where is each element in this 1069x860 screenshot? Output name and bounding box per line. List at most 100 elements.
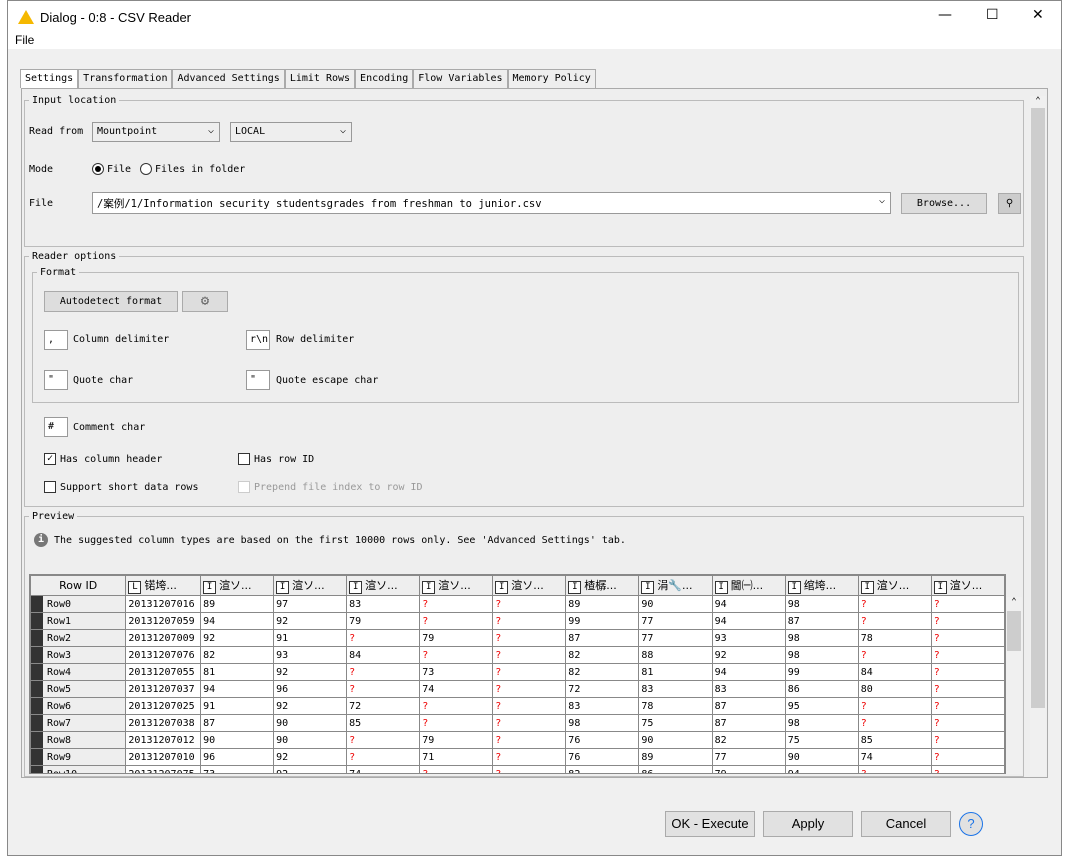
table-cell: 91: [273, 629, 348, 647]
scroll-thumb[interactable]: [1007, 611, 1021, 651]
table-cell: 81: [200, 663, 275, 681]
column-header[interactable]: I 閫㈠...: [711, 575, 786, 596]
column-header[interactable]: I 渲ソ...: [419, 575, 494, 596]
column-name: 渲ソ...: [949, 579, 983, 592]
table-cell: 88: [638, 646, 713, 664]
read-from-select[interactable]: Mountpoint ⌵: [92, 122, 220, 142]
cancel-button[interactable]: Cancel: [861, 811, 951, 837]
column-delimiter-input[interactable]: ,: [44, 330, 68, 350]
window-title: Dialog - 0:8 - CSV Reader: [40, 9, 192, 25]
column-name: 閫㈠...: [730, 579, 764, 592]
table-cell: ?: [930, 680, 1005, 698]
row-delimiter-input[interactable]: r\n: [246, 330, 270, 350]
column-header[interactable]: I 渲ソ...: [930, 575, 1005, 596]
column-type-icon: I: [422, 581, 436, 594]
table-cell: 74: [857, 748, 932, 766]
format-legend: Format: [40, 267, 77, 278]
column-type-icon: I: [860, 581, 874, 594]
table-cell: 92: [273, 612, 348, 630]
table-cell: 80: [857, 680, 932, 698]
support-short-rows-checkbox[interactable]: Support short data rows: [44, 481, 198, 493]
quote-escape-input[interactable]: ": [246, 370, 270, 390]
ok-execute-button[interactable]: OK - Execute: [665, 811, 755, 837]
column-header[interactable]: I 渲ソ...: [492, 575, 567, 596]
column-header[interactable]: I 楂樼...: [565, 575, 640, 596]
browse-button[interactable]: Browse...: [901, 193, 987, 214]
apply-button[interactable]: Apply: [763, 811, 853, 837]
scroll-up-icon[interactable]: ⌃: [1006, 597, 1022, 607]
preview-table[interactable]: Row ID L 锘垮... I 渲ソ... I 渲ソ... I 渲ソ... I 渲ソ... I 渲ソ.…: [29, 574, 1006, 774]
minimize-button[interactable]: —: [938, 7, 952, 23]
table-cell: ?: [492, 765, 567, 773]
read-from-value: Mountpoint: [97, 126, 158, 137]
table-cell: 94: [711, 612, 786, 630]
chevron-down-icon: ⌵: [339, 125, 346, 136]
column-header[interactable]: I 渲ソ...: [346, 575, 421, 596]
column-header[interactable]: I 绾垮...: [784, 575, 859, 596]
file-path-value: /案例/1/Information security studentsgrade…: [97, 198, 542, 210]
mode-folder-radio[interactable]: Files in folder: [140, 163, 245, 175]
table-cell: 92: [273, 765, 348, 773]
table-cell: 82: [711, 731, 786, 749]
table-cell: 83: [711, 680, 786, 698]
tab-bar: Settings Transformation Advanced Settings L…: [20, 69, 596, 88]
has-row-id-checkbox[interactable]: Has row ID: [238, 453, 314, 465]
column-type-icon: I: [641, 581, 655, 594]
menu-bar: File: [8, 33, 1061, 49]
tab-memory-policy[interactable]: Memory Policy: [507, 69, 596, 88]
table-cell: ?: [930, 629, 1005, 647]
tab-limit-rows[interactable]: Limit Rows: [284, 69, 356, 88]
table-cell: 82: [565, 646, 640, 664]
table-cell: 78: [857, 629, 932, 647]
format-settings-gear-icon[interactable]: ⚙: [182, 291, 228, 312]
table-cell: 75: [784, 731, 859, 749]
maximize-button[interactable]: ☐: [986, 7, 999, 23]
table-header-row: Row ID L 锘垮... I 渲ソ... I 渲ソ... I 渲ソ... I 渲ソ... I 渲ソ.…: [30, 575, 1005, 596]
panel-scrollbar[interactable]: ⌃: [1030, 96, 1046, 776]
table-cell: 93: [711, 629, 786, 647]
table-scrollbar[interactable]: ⌃: [1006, 597, 1022, 774]
table-cell: 83: [346, 595, 421, 613]
scroll-thumb[interactable]: [1031, 108, 1045, 708]
tab-flow-variables[interactable]: Flow Variables: [413, 69, 508, 88]
tab-advanced-settings[interactable]: Advanced Settings: [172, 69, 285, 88]
table-cell: 77: [638, 629, 713, 647]
menu-file[interactable]: File: [15, 33, 34, 47]
file-path-input[interactable]: /案例/1/Information security studentsgrade…: [92, 192, 891, 214]
autodetect-format-button[interactable]: Autodetect format: [44, 291, 178, 312]
tab-transformation[interactable]: Transformation: [78, 69, 173, 88]
help-icon[interactable]: ?: [959, 812, 983, 836]
column-header[interactable]: I 渲ソ...: [857, 575, 932, 596]
comment-char-input[interactable]: #: [44, 417, 68, 437]
tab-settings[interactable]: Settings: [20, 69, 79, 88]
table-cell: ?: [492, 595, 567, 613]
table-cell: 98: [565, 714, 640, 732]
table-cell: 95: [784, 697, 859, 715]
column-header[interactable]: I 渲ソ...: [273, 575, 348, 596]
has-row-id-label: Has row ID: [254, 454, 315, 465]
column-type-icon: I: [714, 581, 728, 594]
close-button[interactable]: ✕: [1032, 7, 1044, 23]
table-cell: ?: [930, 765, 1005, 773]
quote-char-input[interactable]: ": [44, 370, 68, 390]
scroll-up-icon[interactable]: ⌃: [1030, 96, 1046, 106]
table-cell: 20131207009: [125, 629, 202, 647]
column-header[interactable]: I 渲ソ...: [200, 575, 275, 596]
table-cell: 79: [419, 731, 494, 749]
table-row: Row5 20131207037 94 96? 74? 72 83 83 86 80?: [30, 680, 1005, 698]
table-cell: ?: [346, 680, 421, 698]
column-header-row-id[interactable]: Row ID: [30, 575, 127, 596]
column-name: 涓🔧...: [657, 579, 693, 592]
has-column-header-checkbox[interactable]: ✓ Has column header: [44, 453, 162, 465]
table-cell: 84: [346, 646, 421, 664]
tab-encoding[interactable]: Encoding: [355, 69, 414, 88]
table-cell: 94: [784, 765, 859, 773]
column-header[interactable]: L 锘垮...: [125, 575, 202, 596]
mountpoint-select[interactable]: LOCAL ⌵: [230, 122, 352, 142]
file-system-connection-icon[interactable]: ⚲: [998, 193, 1021, 214]
column-name: 渲ソ...: [511, 579, 544, 592]
mode-file-label: File: [107, 164, 132, 175]
mode-file-radio[interactable]: File: [92, 163, 131, 175]
column-header[interactable]: I 涓🔧...: [638, 575, 713, 596]
support-short-label: Support short data rows: [60, 482, 199, 493]
